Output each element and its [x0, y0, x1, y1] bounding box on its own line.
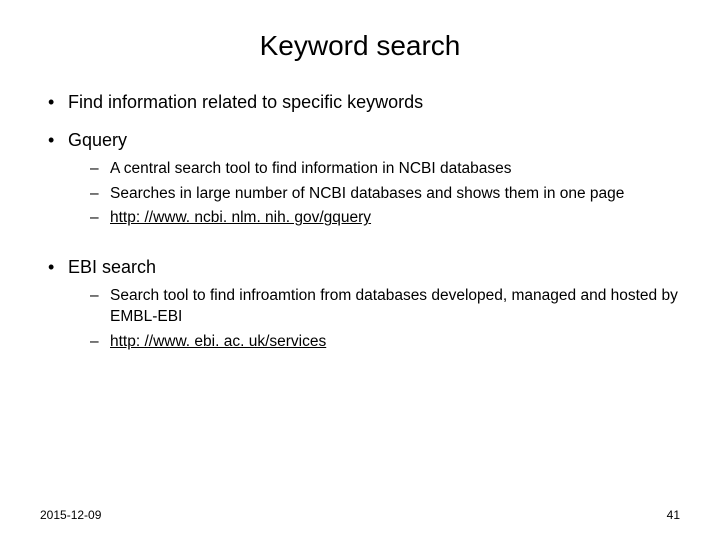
link-text[interactable]: http: //www. ncbi. nlm. nih. gov/gquery — [110, 209, 371, 226]
slide-title: Keyword search — [40, 30, 680, 62]
page-number: 41 — [667, 508, 680, 522]
bullet-item: Gquery A central search tool to find inf… — [40, 128, 680, 229]
bullet-text: Gquery — [68, 130, 127, 150]
sub-list: A central search tool to find informatio… — [90, 159, 680, 230]
sub-item: http: //www. ebi. ac. uk/services — [90, 332, 680, 353]
sub-item: http: //www. ncbi. nlm. nih. gov/gquery — [90, 208, 680, 229]
sub-text: A central search tool to find informatio… — [110, 160, 512, 177]
bullet-item: EBI search Search tool to find infroamti… — [40, 255, 680, 352]
bullet-item: Find information related to specific key… — [40, 90, 680, 114]
sub-text: Searches in large number of NCBI databas… — [110, 185, 624, 202]
slide: Keyword search Find information related … — [0, 0, 720, 540]
bullet-text: EBI search — [68, 257, 156, 277]
footer-date: 2015-12-09 — [40, 508, 101, 522]
sub-list: Search tool to find infroamtion from dat… — [90, 286, 680, 353]
sub-item: A central search tool to find informatio… — [90, 159, 680, 180]
sub-text: Search tool to find infroamtion from dat… — [110, 287, 678, 325]
sub-item: Search tool to find infroamtion from dat… — [90, 286, 680, 328]
sub-item: Searches in large number of NCBI databas… — [90, 184, 680, 205]
link-text[interactable]: http: //www. ebi. ac. uk/services — [110, 333, 326, 350]
bullet-list: Find information related to specific key… — [40, 90, 680, 352]
bullet-text: Find information related to specific key… — [68, 92, 423, 112]
